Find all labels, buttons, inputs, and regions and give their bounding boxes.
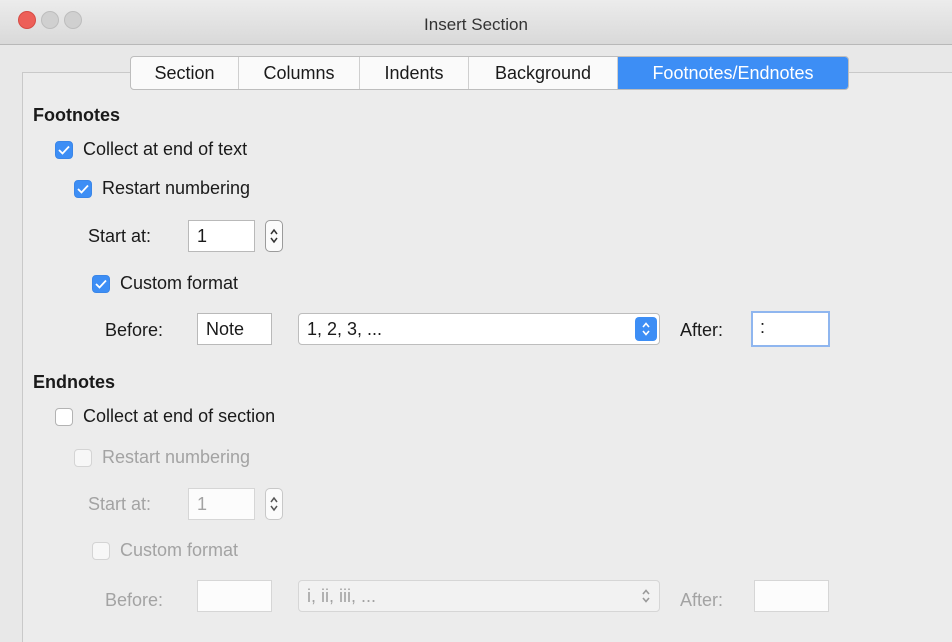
- footnotes-custom-format-label: Custom format: [120, 273, 239, 293]
- endnotes-before-field[interactable]: [197, 580, 272, 612]
- endnotes-restart-checkbox[interactable]: Restart numbering: [74, 447, 250, 468]
- footnotes-heading: Footnotes: [33, 105, 120, 125]
- tab-bar: Section Columns Indents Background Footn…: [130, 56, 849, 90]
- footnotes-before-field[interactable]: Note: [197, 313, 272, 345]
- checkbox-checked-icon: [74, 179, 92, 198]
- endnotes-start-at-label: Start at:: [88, 494, 152, 514]
- footnotes-before-label: Before:: [105, 320, 164, 340]
- checkbox-unchecked-icon: [55, 407, 73, 426]
- endnotes-start-at-field[interactable]: 1: [188, 488, 255, 520]
- title-bar: Insert Section: [0, 0, 952, 45]
- footnotes-start-at-stepper[interactable]: [265, 220, 283, 252]
- tab-footnotes-endnotes[interactable]: Footnotes/Endnotes: [618, 57, 848, 89]
- endnotes-format-select[interactable]: i, ii, iii, ...: [298, 580, 660, 612]
- endnotes-format-value: i, ii, iii, ...: [307, 586, 377, 606]
- tab-background[interactable]: Background: [469, 57, 618, 89]
- checkbox-unchecked-icon: [74, 448, 92, 467]
- endnotes-custom-format-label: Custom format: [120, 540, 239, 560]
- footnotes-after-field[interactable]: :: [751, 311, 830, 347]
- select-arrows-icon: [635, 317, 657, 341]
- endnotes-restart-label: Restart numbering: [102, 447, 251, 467]
- select-arrows-icon: [635, 584, 657, 608]
- stepper-arrows-icon: [270, 228, 278, 244]
- footnotes-start-at-label: Start at:: [88, 226, 152, 246]
- window-title: Insert Section: [424, 15, 528, 34]
- endnotes-before-label: Before:: [105, 590, 164, 610]
- footnotes-format-select[interactable]: 1, 2, 3, ...: [298, 313, 660, 345]
- checkbox-checked-icon: [55, 140, 73, 159]
- footnotes-format-value: 1, 2, 3, ...: [307, 319, 383, 339]
- footnotes-collect-label: Collect at end of text: [83, 139, 248, 159]
- checkbox-checked-icon: [92, 274, 110, 293]
- endnotes-heading: Endnotes: [33, 372, 116, 392]
- endnotes-after-label: After:: [680, 590, 724, 610]
- endnotes-collect-label: Collect at end of section: [83, 406, 276, 426]
- footnotes-custom-format-checkbox[interactable]: Custom format: [92, 273, 238, 294]
- tab-columns[interactable]: Columns: [239, 57, 360, 89]
- tab-indents[interactable]: Indents: [360, 57, 469, 89]
- endnotes-start-at-stepper[interactable]: [265, 488, 283, 520]
- tab-section[interactable]: Section: [131, 57, 239, 89]
- footnotes-collect-checkbox[interactable]: Collect at end of text: [55, 139, 247, 160]
- endnotes-custom-format-checkbox[interactable]: Custom format: [92, 540, 238, 561]
- footnotes-start-at-field[interactable]: 1: [188, 220, 255, 252]
- endnotes-collect-checkbox[interactable]: Collect at end of section: [55, 406, 275, 427]
- footnotes-restart-checkbox[interactable]: Restart numbering: [74, 178, 250, 199]
- checkbox-unchecked-icon: [92, 541, 110, 560]
- footnotes-after-label: After:: [680, 320, 724, 340]
- stepper-arrows-icon: [270, 496, 278, 512]
- footnotes-restart-label: Restart numbering: [102, 178, 251, 198]
- endnotes-after-field[interactable]: [754, 580, 829, 612]
